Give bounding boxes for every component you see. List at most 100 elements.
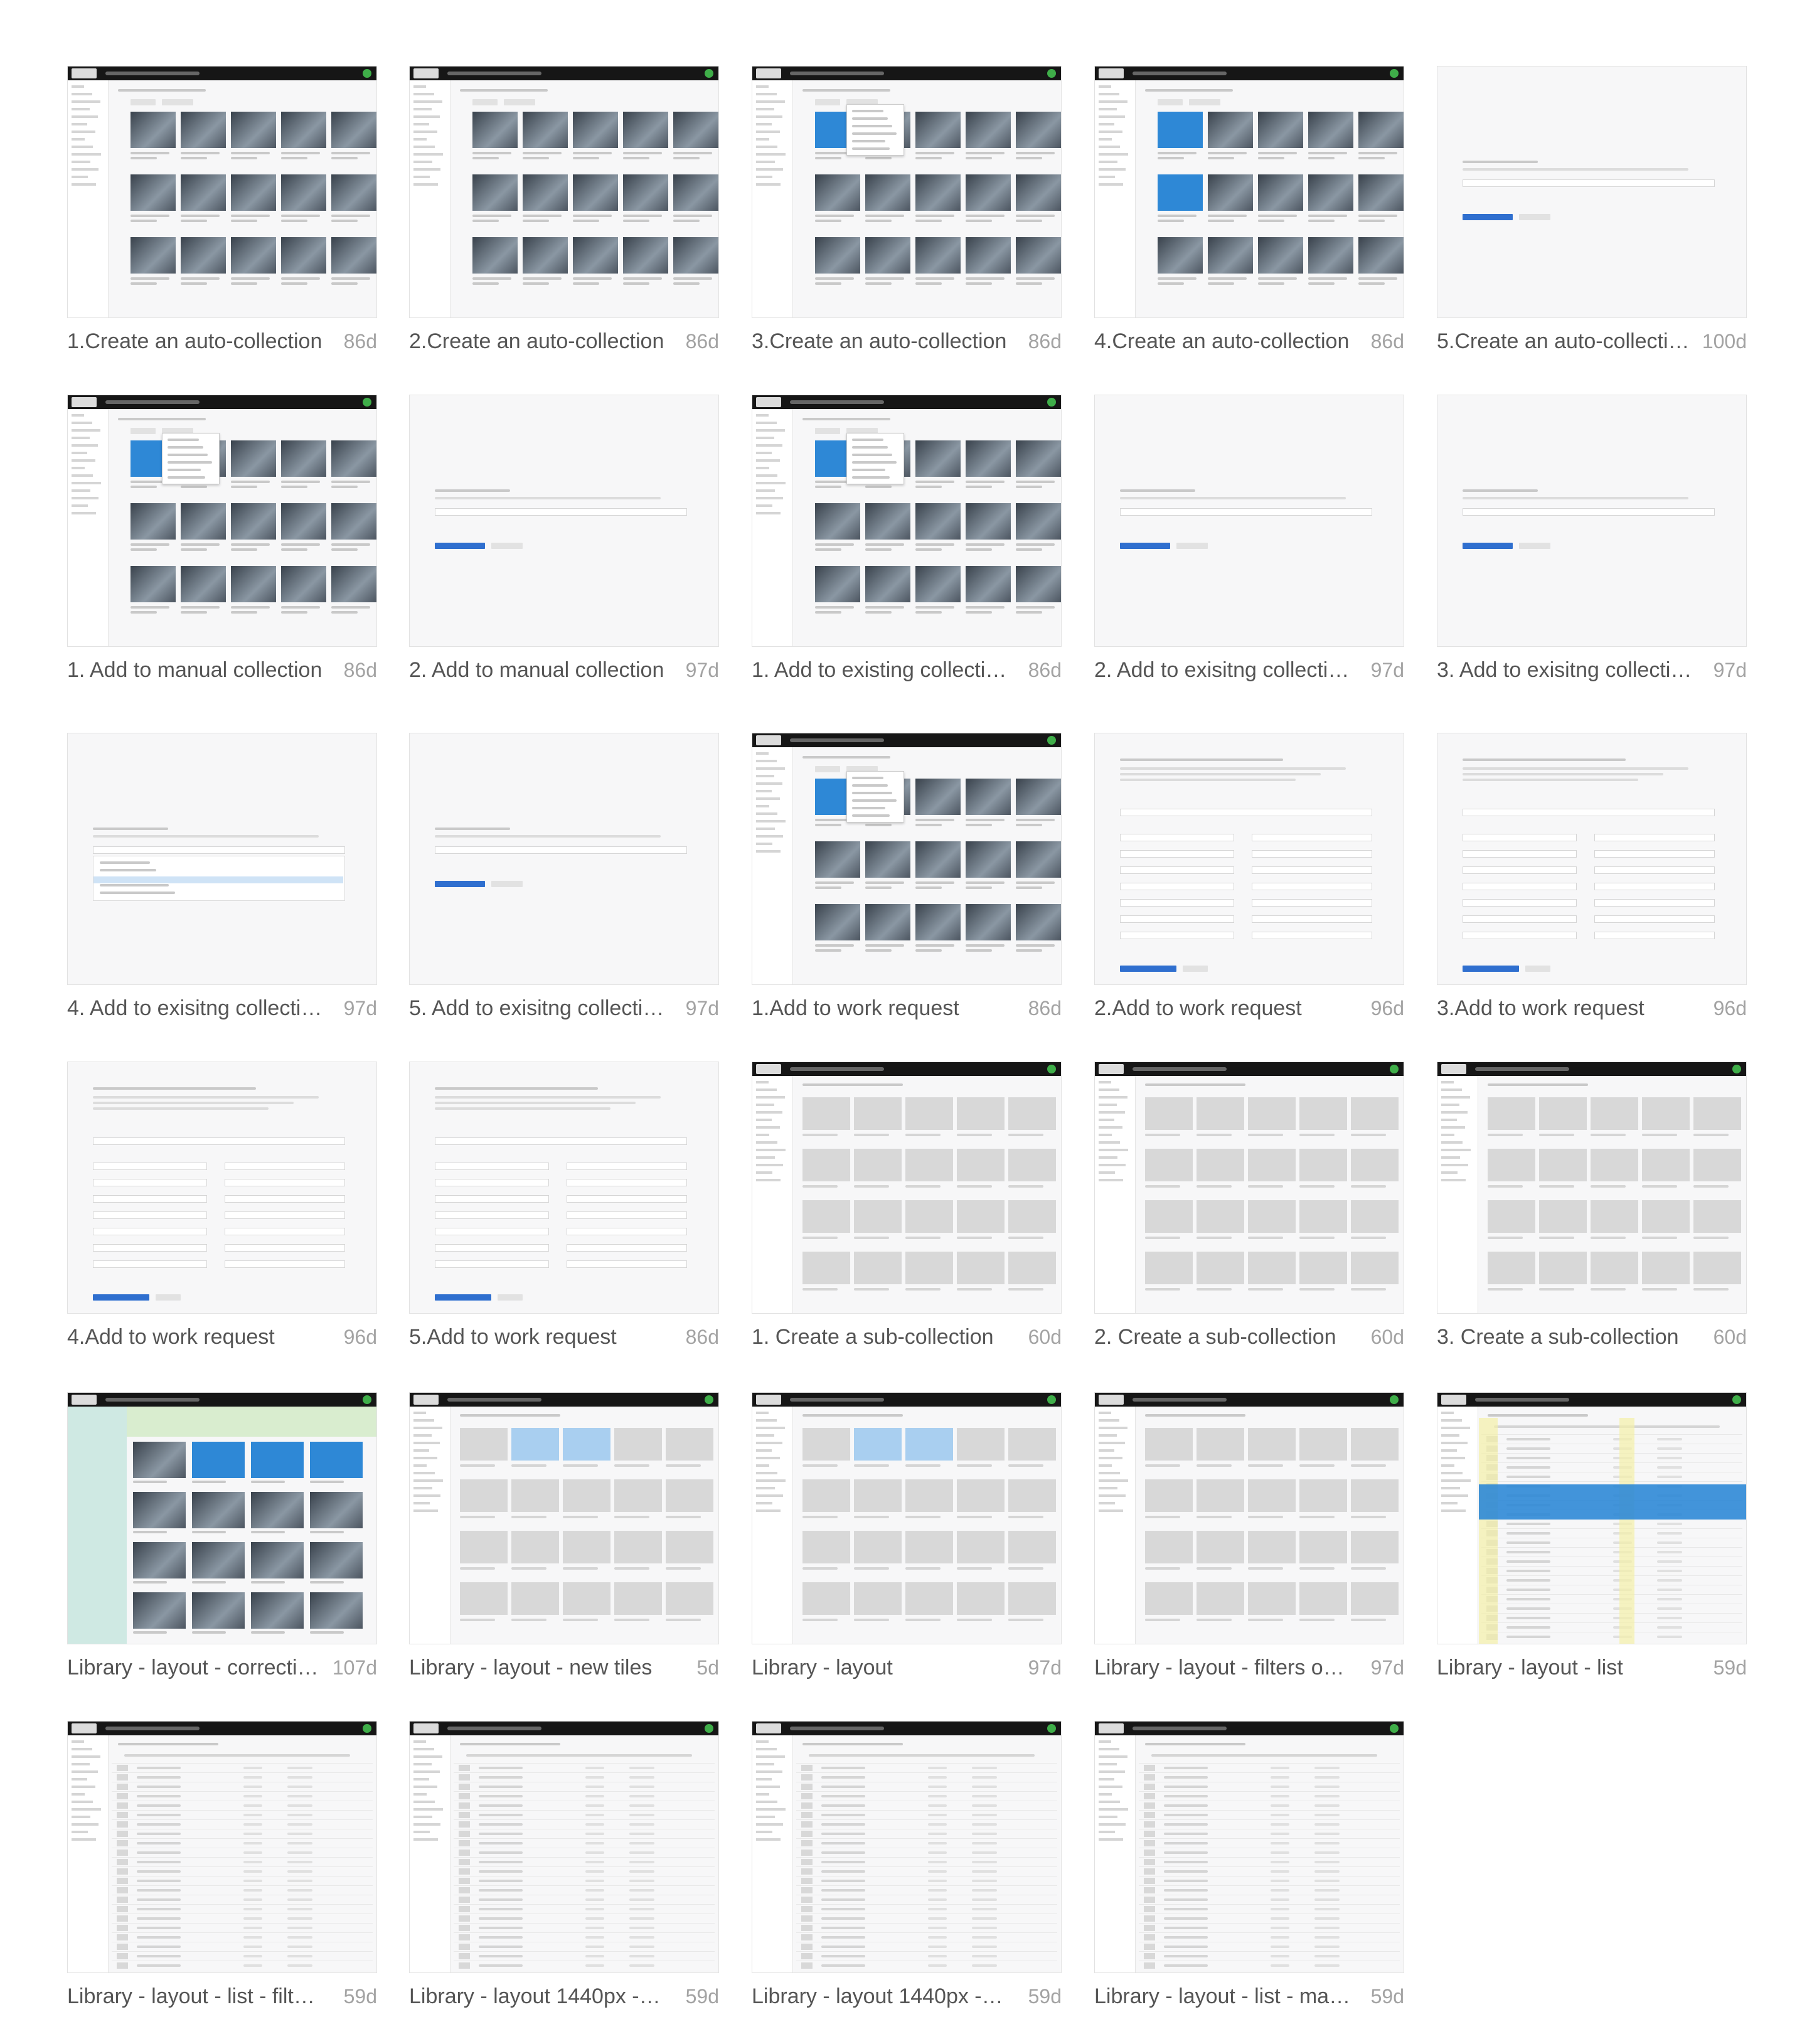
asset-thumbnail[interactable] <box>915 779 961 815</box>
asset-thumbnail[interactable] <box>1016 566 1061 602</box>
screen-title[interactable]: 5.Create an auto-collectio... <box>1437 329 1694 354</box>
asset-thumbnail[interactable] <box>966 779 1011 815</box>
asset-tile[interactable] <box>614 1531 662 1563</box>
asset-thumbnail[interactable] <box>1158 237 1203 274</box>
asset-thumbnail[interactable] <box>310 1492 363 1528</box>
asset-thumbnail[interactable] <box>1158 112 1203 148</box>
asset-tile[interactable] <box>802 1252 850 1284</box>
asset-tile[interactable] <box>1197 1097 1244 1130</box>
asset-thumbnail[interactable] <box>231 566 276 602</box>
asset-thumbnail[interactable] <box>331 566 376 602</box>
screen-title[interactable]: Library - layout - list - many... <box>1094 1984 1351 2009</box>
asset-tile[interactable] <box>802 1479 850 1512</box>
asset-tile[interactable] <box>1693 1200 1741 1233</box>
asset-tile[interactable] <box>1642 1149 1690 1181</box>
screen-thumbnail[interactable] <box>67 66 377 318</box>
asset-thumbnail[interactable] <box>310 1592 363 1629</box>
asset-tile[interactable] <box>802 1200 850 1233</box>
asset-tile[interactable] <box>1693 1252 1741 1284</box>
asset-tile[interactable] <box>957 1428 1005 1461</box>
asset-tile[interactable] <box>1008 1479 1056 1512</box>
asset-tile[interactable] <box>905 1252 953 1284</box>
asset-tile[interactable] <box>1008 1582 1056 1615</box>
asset-tile[interactable] <box>854 1531 902 1563</box>
screen-thumbnail[interactable] <box>1094 1392 1404 1644</box>
asset-tile[interactable] <box>1351 1531 1399 1563</box>
screen-title[interactable]: 5. Add to exisitng collectio... <box>409 996 666 1021</box>
asset-tile[interactable] <box>905 1149 953 1181</box>
asset-thumbnail[interactable] <box>915 904 961 940</box>
asset-tile[interactable] <box>1488 1097 1535 1130</box>
asset-thumbnail[interactable] <box>915 566 961 602</box>
asset-thumbnail[interactable] <box>133 1592 186 1629</box>
asset-tile[interactable] <box>614 1582 662 1615</box>
asset-tile[interactable] <box>905 1097 953 1130</box>
asset-tile[interactable] <box>1197 1582 1244 1615</box>
screen-title[interactable]: 5.Add to work request <box>409 1325 617 1349</box>
screen-thumbnail[interactable] <box>1437 1062 1747 1314</box>
asset-tile[interactable] <box>1299 1097 1347 1130</box>
asset-thumbnail[interactable] <box>251 1592 304 1629</box>
screen-thumbnail[interactable] <box>409 733 719 985</box>
asset-tile[interactable] <box>1299 1149 1347 1181</box>
asset-thumbnail[interactable] <box>310 1542 363 1578</box>
asset-tile[interactable] <box>1145 1097 1193 1130</box>
screen-thumbnail[interactable] <box>67 733 377 985</box>
asset-thumbnail[interactable] <box>181 566 226 602</box>
asset-thumbnail[interactable] <box>331 503 376 540</box>
asset-thumbnail[interactable] <box>966 237 1011 274</box>
asset-thumbnail[interactable] <box>251 1492 304 1528</box>
asset-tile[interactable] <box>511 1531 559 1563</box>
asset-thumbnail[interactable] <box>472 237 518 274</box>
asset-tile[interactable] <box>1299 1252 1347 1284</box>
asset-tile[interactable] <box>1008 1149 1056 1181</box>
screen-title[interactable]: Library - layout - list - filter... <box>67 1984 324 2009</box>
asset-thumbnail[interactable] <box>573 237 618 274</box>
screen-title[interactable]: 4.Create an auto-collection <box>1094 329 1349 354</box>
asset-tile[interactable] <box>957 1200 1005 1233</box>
asset-thumbnail[interactable] <box>523 237 568 274</box>
asset-thumbnail[interactable] <box>966 841 1011 878</box>
screen-title[interactable]: 1. Add to manual collection <box>67 658 322 683</box>
asset-tile[interactable] <box>802 1149 850 1181</box>
screen-thumbnail[interactable] <box>1094 66 1404 318</box>
asset-thumbnail[interactable] <box>181 112 226 148</box>
asset-thumbnail[interactable] <box>623 237 668 274</box>
asset-tile[interactable] <box>1197 1428 1244 1461</box>
asset-thumbnail[interactable] <box>192 1592 245 1629</box>
asset-thumbnail[interactable] <box>865 904 910 940</box>
screen-title[interactable]: Library - layout - correctio... <box>67 1656 324 1680</box>
asset-tile[interactable] <box>1248 1582 1296 1615</box>
asset-tile[interactable] <box>1539 1149 1587 1181</box>
screen-title[interactable]: 1. Add to existing collectio... <box>752 658 1009 683</box>
screen-thumbnail[interactable] <box>1094 395 1404 647</box>
asset-tile[interactable] <box>1642 1252 1690 1284</box>
screen-thumbnail[interactable] <box>1094 733 1404 985</box>
screen-title[interactable]: 4.Add to work request <box>67 1325 275 1349</box>
asset-tile[interactable] <box>614 1479 662 1512</box>
asset-tile[interactable] <box>460 1582 508 1615</box>
asset-thumbnail[interactable] <box>192 1442 245 1478</box>
asset-tile[interactable] <box>1197 1479 1244 1512</box>
asset-thumbnail[interactable] <box>1158 174 1203 211</box>
asset-tile[interactable] <box>1248 1200 1296 1233</box>
asset-thumbnail[interactable] <box>865 841 910 878</box>
asset-tile[interactable] <box>1351 1428 1399 1461</box>
asset-tile[interactable] <box>511 1479 559 1512</box>
asset-thumbnail[interactable] <box>915 237 961 274</box>
asset-tile[interactable] <box>1197 1200 1244 1233</box>
asset-thumbnail[interactable] <box>815 841 860 878</box>
asset-tile[interactable] <box>802 1428 850 1461</box>
asset-tile[interactable] <box>460 1531 508 1563</box>
asset-tile[interactable] <box>905 1200 953 1233</box>
asset-tile[interactable] <box>802 1531 850 1563</box>
asset-thumbnail[interactable] <box>181 174 226 211</box>
asset-tile[interactable] <box>905 1582 953 1615</box>
asset-thumbnail[interactable] <box>1258 174 1303 211</box>
asset-tile[interactable] <box>957 1252 1005 1284</box>
asset-tile[interactable] <box>1591 1097 1638 1130</box>
asset-thumbnail[interactable] <box>231 112 276 148</box>
screen-title[interactable]: Library - layout - filters open <box>1094 1656 1351 1680</box>
asset-thumbnail[interactable] <box>673 237 718 274</box>
screen-title[interactable]: 3. Create a sub-collection <box>1437 1325 1679 1349</box>
